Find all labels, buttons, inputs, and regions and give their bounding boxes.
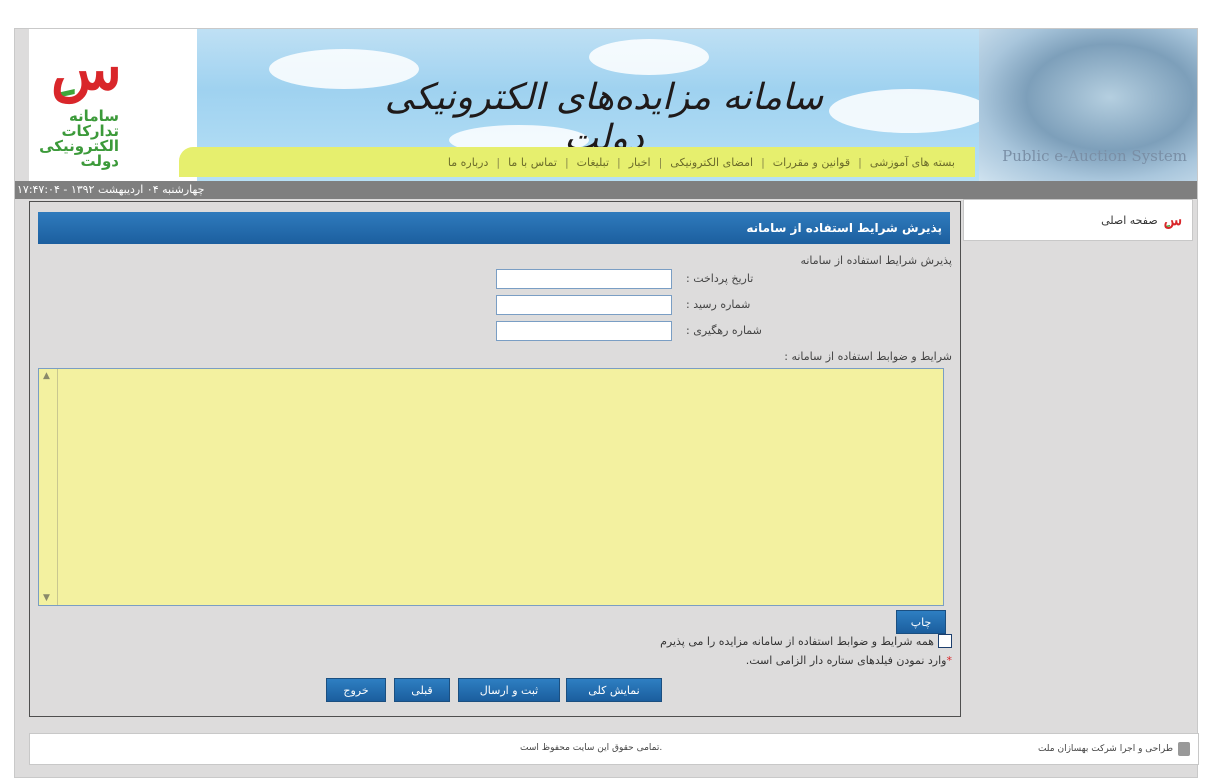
- receipt-number-label: شماره رسید :: [686, 298, 751, 311]
- sidebar-home-link[interactable]: سِ صفحه اصلی: [963, 199, 1193, 241]
- required-star: *: [946, 654, 953, 667]
- tracking-number-row: شماره رهگیری :: [496, 321, 946, 343]
- terms-scrollbar[interactable]: ▲ ▼: [39, 369, 58, 605]
- terms-panel: پذیرش شرایط استفاده از سامانه پذیرش شرای…: [29, 201, 961, 717]
- required-note-text: وارد نمودن فیلدهای ستاره دار الزامی است.: [745, 654, 947, 667]
- sidebar-home-label: صفحه اصلی: [1101, 213, 1158, 227]
- receipt-number-input[interactable]: [496, 295, 672, 315]
- menu-item-ads[interactable]: تبلیغات: [571, 156, 615, 169]
- scroll-down-icon[interactable]: ▼: [43, 593, 50, 603]
- site-logo-icon: سِ: [1163, 211, 1182, 229]
- agree-label: همه شرایط و ضوابط استفاده از سامانه مزای…: [660, 634, 934, 648]
- tracking-number-input[interactable]: [496, 321, 672, 341]
- menu-item-about[interactable]: درباره ما: [442, 156, 494, 169]
- logo-text: سامانه تدارکات الکترونیکی دولت: [39, 107, 119, 170]
- page-container: سِ سامانه تدارکات الکترونیکی دولت سامانه…: [14, 28, 1199, 778]
- main-menu: بسته های آموزشی | قوانین و مقررات | امضا…: [179, 147, 975, 177]
- menu-item-e-signature[interactable]: امضای الکترونیکی: [664, 156, 759, 169]
- tracking-number-label: شماره رهگیری :: [686, 324, 762, 337]
- agree-row: همه شرایط و ضوابط استفاده از سامانه مزای…: [660, 634, 952, 648]
- footer-credit-text: طراحی و اجرا شرکت بهسازان ملت: [1037, 744, 1173, 754]
- header-banner: سِ سامانه تدارکات الکترونیکی دولت سامانه…: [29, 29, 1197, 181]
- agree-checkbox[interactable]: [938, 634, 952, 648]
- terms-label: شرایط و ضوابط استفاده از سامانه :: [784, 350, 952, 363]
- date-bar: ۱۷:۴۷:۰۴ - چهارشنبه ۰۴ اردیبهشت ۱۳۹۲: [15, 181, 1197, 199]
- current-datetime: ۱۷:۴۷:۰۴ - چهارشنبه ۰۴ اردیبهشت ۱۳۹۲: [17, 183, 205, 196]
- required-note: *وارد نمودن فیلدهای ستاره دار الزامی است…: [746, 654, 952, 667]
- submit-button[interactable]: ثبت و ارسال: [458, 678, 560, 702]
- menu-item-training[interactable]: بسته های آموزشی: [864, 156, 961, 169]
- menu-item-contact[interactable]: تماس با ما: [502, 156, 563, 169]
- footer-credit: طراحی و اجرا شرکت بهسازان ملت: [1038, 742, 1190, 756]
- footer: تمامی حقوق این سایت محفوظ است. طراحی و ا…: [29, 733, 1199, 765]
- terms-textarea[interactable]: ▲ ▼: [38, 368, 944, 606]
- scroll-up-icon[interactable]: ▲: [43, 371, 50, 381]
- menu-item-news[interactable]: اخبار: [623, 156, 657, 169]
- print-button[interactable]: چاپ: [896, 610, 946, 634]
- menu-item-rules[interactable]: قوانین و مقررات: [767, 156, 856, 169]
- panel-title: پذیرش شرایط استفاده از سامانه: [38, 212, 950, 244]
- exit-button[interactable]: خروج: [326, 678, 386, 702]
- payment-date-row: تاریخ پرداخت :: [496, 269, 946, 291]
- overview-button[interactable]: نمایش کلی: [566, 678, 662, 702]
- company-icon: [1178, 742, 1190, 756]
- payment-date-label: تاریخ پرداخت :: [686, 272, 754, 285]
- banner-english-title: Public e-Auction System: [1002, 147, 1187, 165]
- site-logo[interactable]: سِ سامانه تدارکات الکترونیکی دولت: [29, 29, 197, 181]
- previous-button[interactable]: قبلی: [394, 678, 450, 702]
- receipt-number-row: شماره رسید :: [496, 295, 946, 317]
- payment-date-input[interactable]: [496, 269, 672, 289]
- copyright-text: تمامی حقوق این سایت محفوظ است.: [520, 743, 663, 753]
- panel-subtitle: پذیرش شرایط استفاده از سامانه: [800, 254, 952, 267]
- globe-icon: Public e-Auction System: [979, 29, 1197, 181]
- logo-mark-icon: سِ: [51, 35, 128, 103]
